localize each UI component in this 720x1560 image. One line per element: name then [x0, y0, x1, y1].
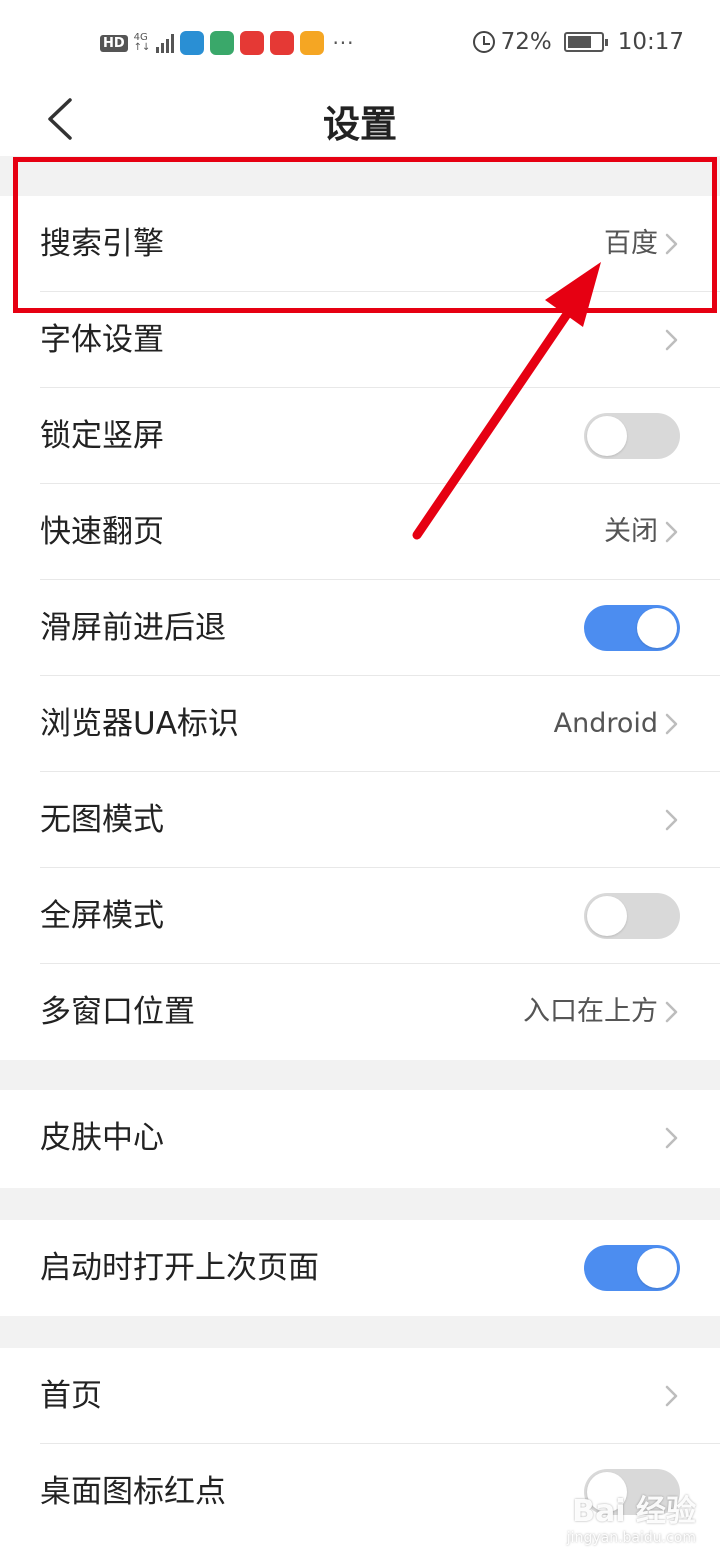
chevron-right-icon: [665, 1385, 678, 1407]
chevron-right-icon: [665, 1001, 678, 1023]
app-notification-icon: [300, 31, 325, 55]
watermark-sub: jingyan.baidu.com: [566, 1530, 696, 1546]
settings-row[interactable]: 快速翻页 关闭: [0, 484, 720, 580]
settings-row-label: 无图模式: [40, 802, 164, 838]
app-notification-icon: [240, 31, 265, 55]
chevron-right-icon: [665, 809, 678, 831]
signal-icon: [156, 33, 175, 53]
toggle-knob: [637, 608, 677, 648]
page-title: 设置: [323, 103, 397, 146]
chevron-right-icon: [665, 713, 678, 735]
toggle-knob: [587, 896, 627, 936]
chevron-right-icon: [665, 521, 678, 543]
section-gap: [0, 1060, 720, 1090]
status-bar: HD 4G ↑↓ ··· 72% 10:17: [0, 0, 720, 86]
watermark: Bai 经验 jingyan.baidu.com: [567, 1486, 696, 1546]
chevron-right-icon: [665, 329, 678, 351]
toggle-knob: [637, 1248, 677, 1288]
battery-fill: [567, 36, 591, 48]
hd-badge: HD: [100, 34, 128, 52]
settings-row[interactable]: 皮肤中心: [0, 1090, 720, 1186]
toggle-switch[interactable]: [584, 605, 680, 651]
settings-row-label: 浏览器UA标识: [40, 706, 239, 742]
settings-row[interactable]: 全屏模式: [0, 868, 720, 964]
battery-percent: 72%: [500, 29, 552, 55]
app-notification-icon: [210, 31, 235, 55]
settings-row-label: 全屏模式: [40, 898, 164, 934]
settings-row[interactable]: 多窗口位置 入口在上方: [0, 964, 720, 1060]
settings-row[interactable]: 首页: [0, 1348, 720, 1444]
settings-row[interactable]: 启动时打开上次页面: [0, 1220, 720, 1316]
settings-row-label: 启动时打开上次页面: [40, 1250, 319, 1286]
status-right: 72% 10:17: [472, 26, 684, 58]
status-left: HD 4G ↑↓ ···: [100, 28, 355, 58]
toggle-switch[interactable]: [584, 413, 680, 459]
network-type: 4G ↑↓: [134, 33, 151, 53]
watermark-main: Bai 经验: [572, 1494, 696, 1529]
settings-row-label: 桌面图标红点: [40, 1474, 226, 1510]
battery-icon: [563, 32, 608, 52]
settings-row-value: Android: [553, 708, 658, 739]
clock: 10:17: [617, 29, 684, 55]
settings-screen: HD 4G ↑↓ ··· 72% 10:17 设置 搜索引擎 百度 字体设置 锁…: [0, 0, 720, 1560]
header: 设置: [0, 86, 720, 156]
settings-row[interactable]: 滑屏前进后退: [0, 580, 720, 676]
section-gap: [0, 1188, 720, 1220]
more-notifications-icon: ···: [332, 31, 355, 55]
settings-row-label: 首页: [40, 1378, 102, 1414]
settings-row[interactable]: 浏览器UA标识 Android: [0, 676, 720, 772]
highlight-box: [13, 157, 717, 313]
section-gap: [0, 1316, 720, 1348]
settings-row[interactable]: 无图模式: [0, 772, 720, 868]
settings-row-label: 多窗口位置: [40, 994, 195, 1030]
toggle-switch[interactable]: [584, 893, 680, 939]
alarm-icon: [472, 31, 495, 53]
settings-row-label: 皮肤中心: [40, 1120, 164, 1156]
settings-row[interactable]: 锁定竖屏: [0, 388, 720, 484]
settings-row-value: 入口在上方: [523, 996, 658, 1027]
toggle-knob: [587, 416, 627, 456]
settings-row-label: 快速翻页: [40, 514, 164, 550]
settings-row-label: 锁定竖屏: [40, 418, 164, 454]
app-notification-icon: [180, 31, 205, 55]
network-sub-label: ↑↓: [133, 42, 151, 53]
toggle-switch[interactable]: [584, 1245, 680, 1291]
chevron-right-icon: [665, 1127, 678, 1149]
app-notification-icon: [270, 31, 295, 55]
settings-row-value: 关闭: [604, 516, 658, 547]
settings-row-label: 滑屏前进后退: [40, 610, 226, 646]
